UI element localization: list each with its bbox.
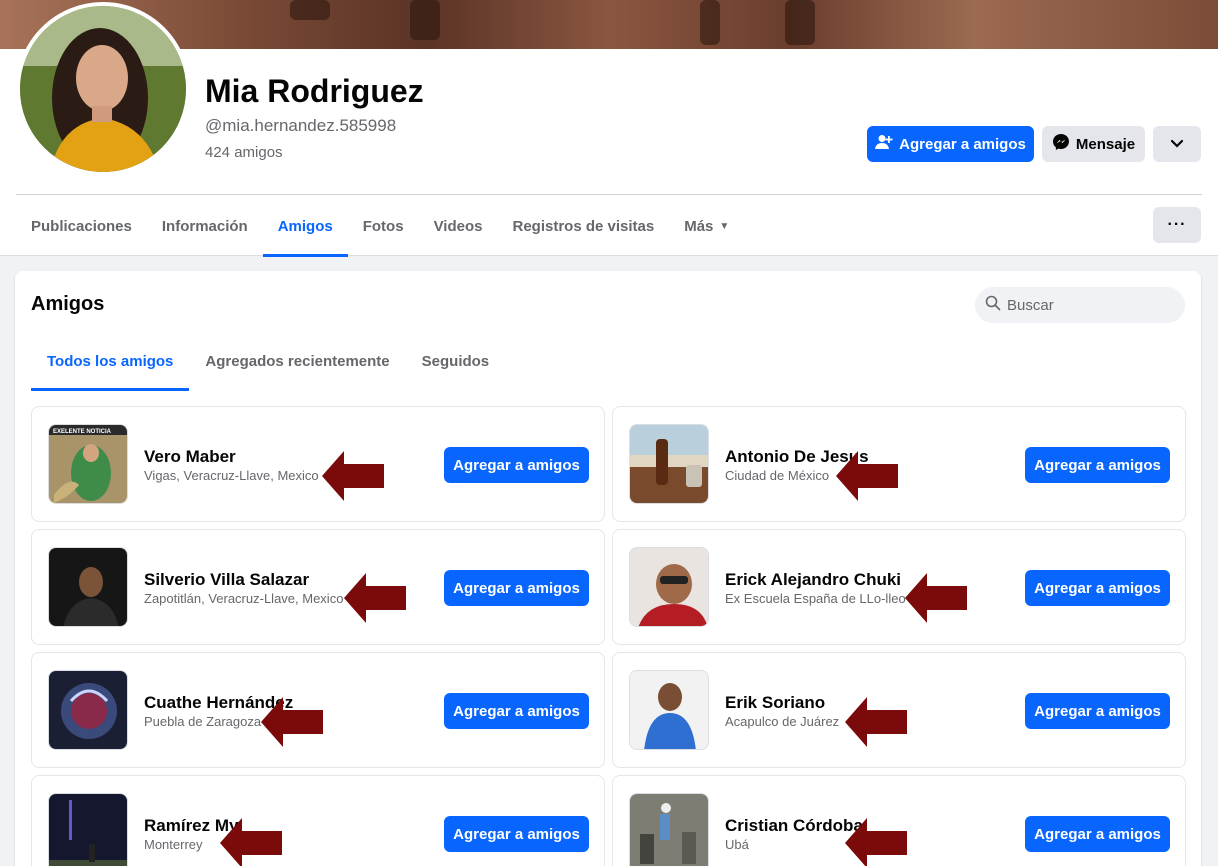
user-plus-icon xyxy=(875,134,893,154)
friend-photo[interactable] xyxy=(48,547,128,627)
subtab-label: Todos los amigos xyxy=(47,352,174,370)
friend-card: Silverio Villa Salazar Zapotitlán, Verac… xyxy=(31,529,605,645)
friend-location: Ciudad de México xyxy=(725,468,830,483)
friend-name[interactable]: Erick Alejandro Chuki xyxy=(725,570,901,590)
add-friend-button[interactable]: Agregar a amigos xyxy=(1025,693,1170,729)
tab-fotos[interactable]: Fotos xyxy=(348,196,419,256)
tab-publicaciones[interactable]: Publicaciones xyxy=(16,196,147,256)
add-friend-button[interactable]: Agregar a amigos xyxy=(1025,570,1170,606)
friend-photo[interactable] xyxy=(629,670,709,750)
cover-photo[interactable] xyxy=(0,0,1218,49)
add-friend-button[interactable]: Agregar a amigos xyxy=(444,693,589,729)
friend-card: Erick Alejandro Chuki Ex Escuela España … xyxy=(612,529,1186,645)
add-friend-label: Agregar a amigos xyxy=(899,135,1026,153)
tab-registros-de-visitas[interactable]: Registros de visitas xyxy=(497,196,669,256)
annotation-arrow-icon xyxy=(905,573,967,623)
annotation-arrow-icon xyxy=(261,697,323,747)
annotation-arrow-icon xyxy=(845,697,907,747)
friends-panel-title: Amigos xyxy=(31,293,105,315)
add-friend-button[interactable]: Agregar a amigos xyxy=(444,816,589,852)
message-button[interactable]: Mensaje xyxy=(1042,126,1145,162)
tab-label: Fotos xyxy=(362,217,404,235)
friend-name[interactable]: Vero Maber xyxy=(144,447,236,467)
friend-photo[interactable] xyxy=(48,793,128,866)
annotation-arrow-icon xyxy=(836,451,898,501)
profile-avatar[interactable] xyxy=(16,2,190,176)
profile-tabs: Publicaciones Información Amigos Fotos V… xyxy=(16,196,744,257)
tab-label: Registros de visitas xyxy=(512,217,655,235)
profile-dropdown-button[interactable] xyxy=(1153,126,1201,162)
message-label: Mensaje xyxy=(1075,135,1136,153)
friend-name[interactable]: Erik Soriano xyxy=(725,693,825,713)
header-divider xyxy=(16,194,1202,195)
friend-card: Antonio De Jesus Ciudad de México Agrega… xyxy=(612,406,1186,522)
annotation-arrow-icon xyxy=(220,818,282,866)
friend-location: Monterrey xyxy=(144,837,203,852)
more-options-button[interactable]: ··· xyxy=(1153,207,1201,243)
friend-photo[interactable] xyxy=(629,793,709,866)
friends-search[interactable] xyxy=(975,287,1185,323)
chevron-down-icon xyxy=(1170,136,1184,153)
tab-label: Más xyxy=(684,217,714,235)
friend-location: Acapulco de Juárez xyxy=(725,714,840,729)
friends-count[interactable]: 424 amigos xyxy=(205,144,283,161)
friends-subtabs: Todos los amigos Agregados recientemente… xyxy=(31,331,505,391)
friend-location: Ex Escuela España de LLo-lleo xyxy=(725,591,906,606)
friend-location: Zapotitlán, Veracruz-Llave, Mexico xyxy=(144,591,344,606)
search-input[interactable] xyxy=(1007,296,1167,314)
tab-videos[interactable]: Videos xyxy=(419,196,498,256)
add-friend-button[interactable]: Agregar a amigos xyxy=(867,126,1034,162)
annotation-arrow-icon xyxy=(344,573,406,623)
search-icon xyxy=(985,295,1001,316)
tab-label: Información xyxy=(161,217,248,235)
messenger-icon xyxy=(1052,133,1070,155)
tab-informacion[interactable]: Información xyxy=(147,196,263,256)
add-friend-button[interactable]: Agregar a amigos xyxy=(1025,447,1170,483)
friend-location: Puebla de Zaragoza xyxy=(144,714,262,729)
tab-label: Videos xyxy=(433,217,483,235)
annotation-arrow-icon xyxy=(322,451,384,501)
subtab-label: Agregados recientemente xyxy=(205,352,390,370)
friend-location: Ubá xyxy=(725,837,749,852)
friend-photo[interactable]: EXELENTE NOTICIA xyxy=(48,424,128,504)
subtab-label: Seguidos xyxy=(421,352,490,370)
friend-photo[interactable] xyxy=(48,670,128,750)
thumb-caption: EXELENTE NOTICIA xyxy=(53,429,112,435)
friend-card: Ramírez My Monterrey Agregar a amigos xyxy=(31,775,605,866)
friend-card: EXELENTE NOTICIA Vero Maber Vigas, Verac… xyxy=(31,406,605,522)
tab-amigos[interactable]: Amigos xyxy=(262,196,348,257)
annotation-arrow-icon xyxy=(845,818,907,866)
subtab-agregados-recientemente[interactable]: Agregados recientemente xyxy=(189,331,405,391)
tab-mas[interactable]: Más ▼ xyxy=(669,196,744,256)
friend-location: Vigas, Veracruz-Llave, Mexico xyxy=(144,468,319,483)
tab-label: Publicaciones xyxy=(31,217,132,235)
subtab-seguidos[interactable]: Seguidos xyxy=(406,331,506,391)
add-friend-button[interactable]: Agregar a amigos xyxy=(444,447,589,483)
friend-photo[interactable] xyxy=(629,547,709,627)
friend-name[interactable]: Cristian Córdoba xyxy=(725,816,863,836)
friend-name[interactable]: Silverio Villa Salazar xyxy=(144,570,309,590)
caret-down-icon: ▼ xyxy=(719,220,730,232)
friend-photo[interactable] xyxy=(629,424,709,504)
subtab-todos-los-amigos[interactable]: Todos los amigos xyxy=(31,331,190,391)
add-friend-button[interactable]: Agregar a amigos xyxy=(444,570,589,606)
add-friend-button[interactable]: Agregar a amigos xyxy=(1025,816,1170,852)
tab-label: Amigos xyxy=(277,217,333,235)
ellipsis-icon: ··· xyxy=(1167,216,1187,233)
profile-handle: @mia.hernandez.585998 xyxy=(205,116,397,135)
profile-name: Mia Rodriguez xyxy=(205,73,424,109)
